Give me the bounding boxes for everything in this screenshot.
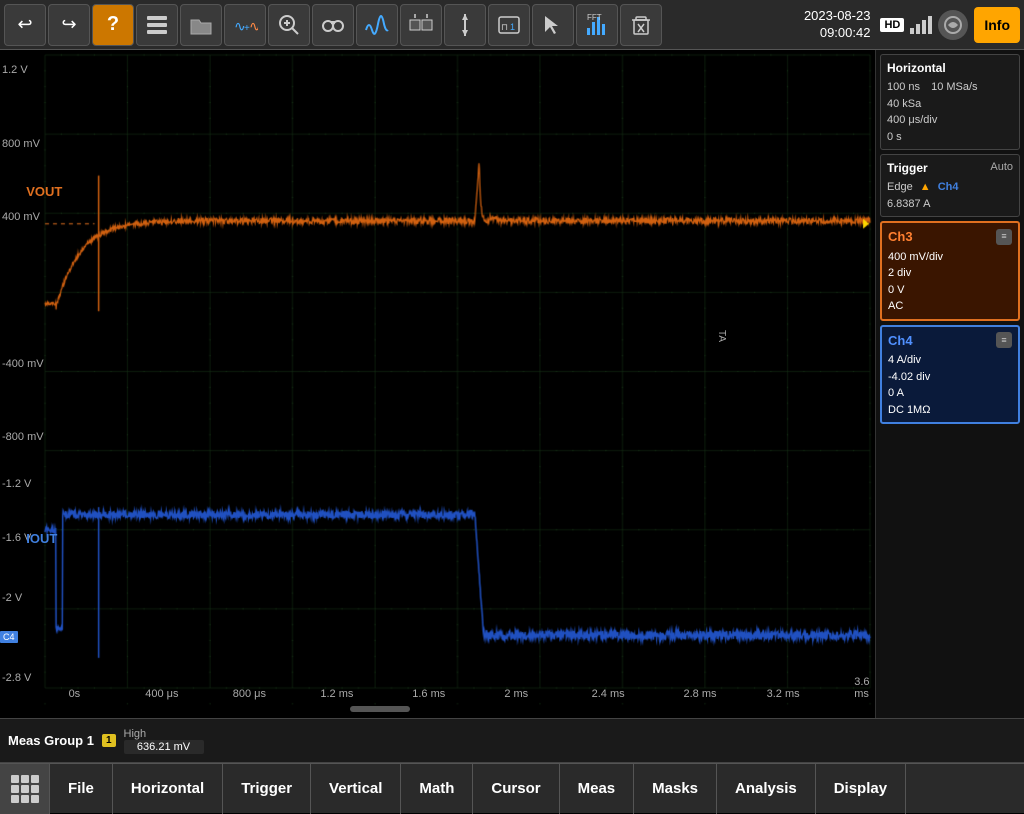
menu-analysis[interactable]: Analysis [717, 764, 816, 814]
x-label-1v6ms: 1.6 ms [412, 688, 445, 700]
trigger-mode: Auto [990, 159, 1013, 179]
x-label-2ms: 2 ms [504, 688, 528, 700]
trigger-type: Edge ▲ Ch4 [887, 179, 1013, 196]
horizontal-time-div: 400 μs/div [887, 112, 1013, 129]
ch3-box: Ch3 ≡ 400 mV/div 2 div 0 V AC [880, 221, 1020, 321]
x-label-1v2ms: 1.2 ms [320, 688, 353, 700]
y-label-400mv: 400 mV [2, 211, 40, 223]
ch4-coupling: DC 1MΩ [888, 402, 1012, 419]
x-label-0s: 0s [69, 688, 81, 700]
ch3-name: Ch3 [888, 227, 913, 247]
ch4-menu-button[interactable]: ≡ [996, 332, 1012, 348]
horizontal-title: Horizontal [887, 59, 946, 77]
right-panel: Horizontal 100 ns 10 MSa/s 40 kSa 400 μs… [876, 50, 1024, 718]
meas-high-value: 636.21 mV [124, 740, 204, 754]
ch4-marker: C4 [0, 631, 18, 643]
menu-cursor[interactable]: Cursor [473, 764, 559, 814]
menu-display[interactable]: Display [816, 764, 906, 814]
menu-trigger[interactable]: Trigger [223, 764, 311, 814]
menu-masks[interactable]: Masks [634, 764, 717, 814]
trigger-info-box: Trigger Auto Edge ▲ Ch4 6.8387 A [880, 154, 1020, 217]
y-label-neg800mv: -800 mV [2, 431, 44, 443]
x-label-2v4ms: 2.4 ms [592, 688, 625, 700]
menu-math[interactable]: Math [401, 764, 473, 814]
help-button[interactable]: ? [92, 4, 134, 46]
zoom-button[interactable] [268, 4, 310, 46]
ch4-div: -4.02 div [888, 369, 1012, 386]
trigger-title: Trigger [887, 159, 928, 177]
x-label-2v8ms: 2.8 ms [683, 688, 716, 700]
trigger-single-button[interactable]: ⊓ 1 [488, 4, 530, 46]
ch4-box: Ch4 ≡ 4 A/div -4.02 div 0 A DC 1MΩ [880, 325, 1020, 425]
binocular-button[interactable] [312, 4, 354, 46]
cursor-button[interactable] [444, 4, 486, 46]
horizontal-info-box: Horizontal 100 ns 10 MSa/s 40 kSa 400 μs… [880, 54, 1020, 150]
math-wave-button[interactable]: ∿ + ∿ [224, 4, 266, 46]
time-display: 09:00:42 [804, 25, 871, 42]
ch4-offset: 0 A [888, 385, 1012, 402]
x-label-800us: 800 μs [233, 688, 266, 700]
hd-badge: HD [880, 18, 904, 32]
svg-text:∿: ∿ [249, 18, 258, 34]
vout-label: VOUT [26, 184, 62, 199]
open-button[interactable] [180, 4, 222, 46]
x-label-3v2ms: 3.2 ms [767, 688, 800, 700]
horizontal-record: 40 kSa [887, 96, 1013, 113]
svg-text:1: 1 [510, 22, 515, 32]
redo-button[interactable]: ↪ [48, 4, 90, 46]
svg-text:⊓: ⊓ [501, 22, 508, 32]
menu-grid-button[interactable] [0, 764, 50, 814]
scope-display[interactable]: 1.2 V 800 mV 400 mV -400 mV -800 mV -1.2… [0, 50, 876, 718]
y-label-800mv: 800 mV [2, 138, 40, 150]
main-area: 1.2 V 800 mV 400 mV -400 mV -800 mV -1.2… [0, 50, 1024, 718]
ch3-offset: 0 V [888, 282, 1012, 299]
menu-vertical[interactable]: Vertical [311, 764, 401, 814]
waveform-canvas [0, 50, 875, 718]
meas-badge: 1 [102, 734, 116, 747]
ch4-amps-div: 4 A/div [888, 352, 1012, 369]
trigger-level: 6.8387 A [887, 196, 1013, 213]
connectivity-icon [938, 10, 968, 40]
ch4-name: Ch4 [888, 331, 913, 351]
y-label-neg2v8: -2.8 V [2, 672, 31, 684]
svg-text:FFT: FFT [587, 13, 602, 22]
ch3-menu-button[interactable]: ≡ [996, 229, 1012, 245]
menu-file[interactable]: File [50, 764, 113, 814]
ch3-volts-div: 400 mV/div [888, 249, 1012, 266]
x-label-400us: 400 μs [145, 688, 178, 700]
meas-group-label: Meas Group 1 [8, 733, 94, 748]
date-display: 2023-08-23 [804, 8, 871, 25]
menu-horizontal[interactable]: Horizontal [113, 764, 223, 814]
menu-meas[interactable]: Meas [560, 764, 635, 814]
meas-bar: Meas Group 1 1 High 636.21 mV [0, 718, 1024, 763]
delete-button[interactable] [620, 4, 662, 46]
menu-bar: File Horizontal Trigger Vertical Math Cu… [0, 763, 1024, 813]
horizontal-timebase: 100 ns 10 MSa/s [887, 79, 1013, 96]
horizontal-delay: 0 s [887, 129, 1013, 146]
ch3-div: 2 div [888, 265, 1012, 282]
meas-item-high: High 636.21 mV [124, 728, 204, 754]
scope-scrollbar[interactable] [350, 706, 410, 712]
measure-button[interactable] [400, 4, 442, 46]
signal-strength-icon [910, 16, 932, 34]
y-label-1v2: 1.2 V [2, 64, 28, 76]
fft-wave-button[interactable] [356, 4, 398, 46]
info-button[interactable]: Info [974, 7, 1020, 43]
ch3-coupling: AC [888, 298, 1012, 315]
ta-label: TA [716, 330, 727, 342]
spectrum-button[interactable]: FFT [576, 4, 618, 46]
arrow-cursor-button[interactable] [532, 4, 574, 46]
memory-button[interactable] [136, 4, 178, 46]
y-label-neg2v: -2 V [2, 592, 22, 604]
datetime-display: 2023-08-23 09:00:42 [804, 8, 875, 42]
grid-icon [11, 775, 39, 803]
y-label-neg1v2: -1.2 V [2, 478, 31, 490]
y-label-neg400mv: -400 mV [2, 358, 44, 370]
meas-high-label: High [124, 728, 204, 740]
undo-button[interactable]: ↩ [4, 4, 46, 46]
iout-label: IOUT [26, 531, 57, 546]
top-toolbar: ↩ ↪ ? ∿ + ∿ [0, 0, 1024, 50]
x-label-3v6ms: 3.6 ms [854, 676, 869, 700]
